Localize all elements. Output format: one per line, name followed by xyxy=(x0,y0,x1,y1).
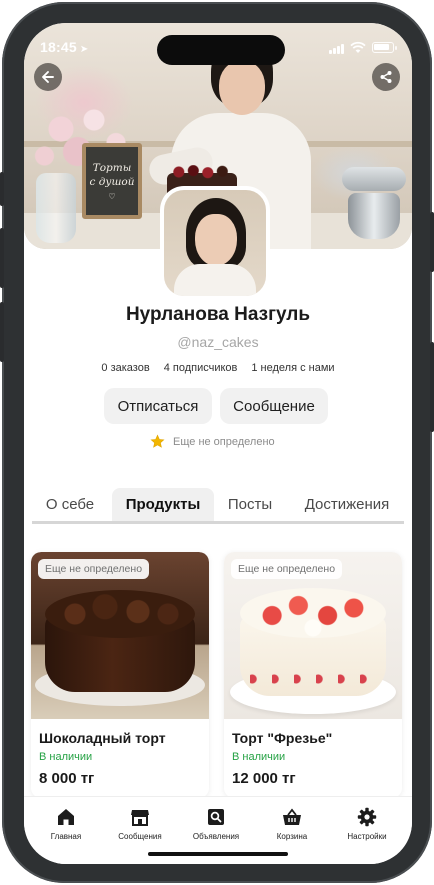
profile-name: Нурланова Назгуль xyxy=(125,304,311,325)
cover-chalkboard: Торты с душой ♡ xyxy=(82,143,142,219)
share-button[interactable] xyxy=(372,63,400,91)
store-icon xyxy=(131,810,149,826)
back-button[interactable] xyxy=(34,63,62,91)
chef-face xyxy=(219,61,265,115)
stat-followers: 4 подписчиков xyxy=(163,362,238,374)
nav-messages[interactable]: Сообщения xyxy=(105,806,175,846)
chalkboard-line-1: Торты xyxy=(92,162,132,174)
avatar-face xyxy=(195,214,237,266)
tab-posts[interactable]: Посты xyxy=(218,488,282,521)
screen: Торты с душой ♡ 18:45 ➤ Нурланова Назгул… xyxy=(24,23,412,864)
nav-messages-label: Сообщения xyxy=(118,832,162,841)
phone-side-button xyxy=(430,342,434,432)
arrow-left-icon xyxy=(42,71,54,83)
stat-member-since: 1 неделя с нами xyxy=(251,362,335,374)
cover-mixer xyxy=(342,153,408,245)
dynamic-island xyxy=(157,35,285,65)
product-title: Торт "Фрезье" xyxy=(232,730,333,746)
home-icon xyxy=(58,809,74,825)
status-bar: 18:45 ➤ xyxy=(24,23,412,69)
chalkboard-heart: ♡ xyxy=(108,192,116,201)
avatar-photo xyxy=(164,190,266,296)
phone-volume-down xyxy=(0,302,4,362)
wifi-icon xyxy=(350,41,366,53)
phone-frame: Торты с душой ♡ 18:45 ➤ Нурланова Назгул… xyxy=(0,2,434,883)
status-time-text: 18:45 xyxy=(40,39,77,55)
product-status-badge: Еще не определено xyxy=(38,559,150,579)
star-icon xyxy=(150,434,165,448)
profile-handle: @naz_cakes xyxy=(177,334,259,350)
product-card[interactable]: Еще не определено Шоколадный торт В нали… xyxy=(31,552,209,798)
mixer-head xyxy=(342,167,406,191)
nav-settings-label: Настройки xyxy=(347,832,387,841)
mixer-bowl xyxy=(348,193,400,239)
phone-action-button xyxy=(0,172,4,206)
product-availability: В наличии xyxy=(39,751,93,763)
product-price: 12 000 тг xyxy=(232,770,296,787)
product-status-badge: Еще не определено xyxy=(231,559,343,579)
ads-search-icon xyxy=(208,809,224,825)
nav-ads[interactable]: Объявления xyxy=(181,806,251,846)
battery-icon xyxy=(372,42,397,53)
profile-stats: 0 заказов 4 подписчиков 1 неделя с нами xyxy=(24,362,412,374)
product-price: 8 000 тг xyxy=(39,770,95,787)
tab-achievements[interactable]: Достижения xyxy=(294,488,400,521)
tabs-underline xyxy=(32,521,404,524)
product-availability: В наличии xyxy=(232,751,286,763)
cake-top xyxy=(45,590,195,638)
home-indicator[interactable] xyxy=(148,852,288,856)
phone-volume-up xyxy=(0,228,4,288)
nav-cart[interactable]: Корзина xyxy=(257,806,327,846)
nav-ads-label: Объявления xyxy=(192,832,240,841)
cover-vase xyxy=(36,173,76,243)
status-time: 18:45 ➤ xyxy=(40,39,88,55)
avatar-jacket xyxy=(174,264,256,296)
chalkboard-line-2: с душой xyxy=(89,176,135,188)
tab-about[interactable]: О себе xyxy=(34,488,106,521)
nav-settings[interactable]: Настройки xyxy=(332,806,402,846)
nav-home[interactable]: Главная xyxy=(31,806,101,846)
profile-tabs: О себе Продукты Посты Достижения xyxy=(32,488,404,524)
product-title: Шоколадный торт xyxy=(39,730,166,746)
phone-power-button xyxy=(430,212,434,272)
gear-icon xyxy=(357,807,377,827)
cake-top xyxy=(240,588,386,638)
basket-icon xyxy=(283,808,301,825)
chef-cake-berries xyxy=(173,165,231,179)
tab-products[interactable]: Продукты xyxy=(112,488,214,521)
product-card[interactable]: Еще не определено Торт "Фрезье" В наличи… xyxy=(224,552,402,798)
rating-row: Еще не определено xyxy=(150,434,275,449)
share-icon xyxy=(380,71,392,83)
message-button[interactable]: Сообщение xyxy=(220,388,328,424)
nav-cart-label: Корзина xyxy=(276,832,308,841)
nav-home-label: Главная xyxy=(50,832,82,841)
profile-avatar[interactable] xyxy=(160,186,270,300)
location-arrow-icon: ➤ xyxy=(79,44,89,55)
rating-text: Еще не определено xyxy=(173,435,275,448)
stat-orders: 0 заказов xyxy=(101,362,150,374)
unsubscribe-button[interactable]: Отписаться xyxy=(104,388,212,424)
cellular-signal-icon xyxy=(329,44,345,54)
